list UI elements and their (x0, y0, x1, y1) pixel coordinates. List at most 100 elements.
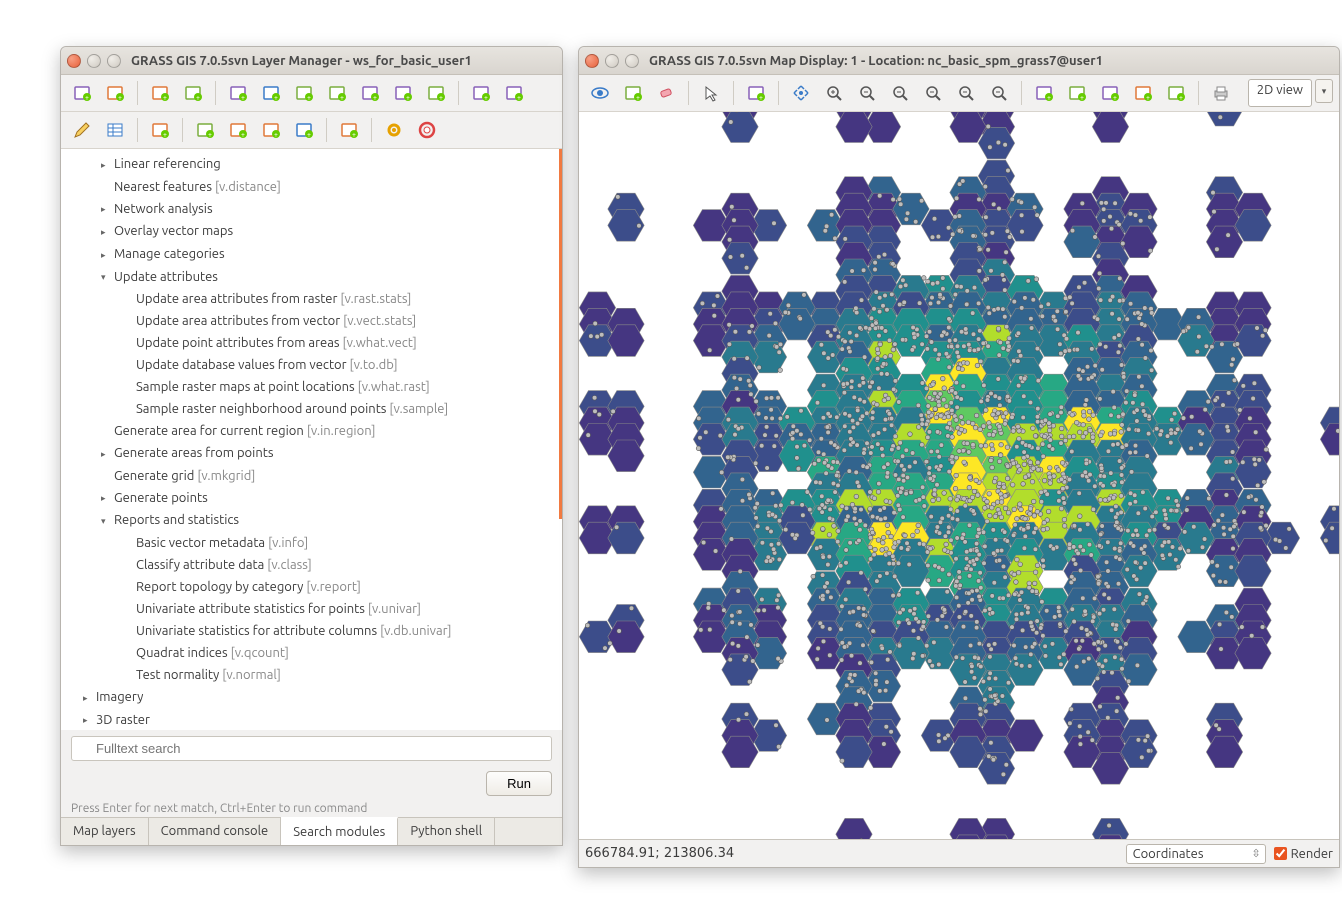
render-check-input[interactable] (1274, 847, 1287, 860)
add-overlay[interactable]: + (322, 79, 352, 107)
caret-right-icon[interactable]: ▸ (83, 710, 93, 730)
tree-item[interactable]: ▸ Overlay vector maps (61, 220, 562, 243)
tree-item[interactable]: Sample raster neighborhood around points… (61, 398, 562, 420)
save-img[interactable]: + (1161, 79, 1191, 107)
tree-item[interactable]: ▸ Manage categories (61, 243, 562, 266)
tree-item[interactable]: ▸ Generate areas from points (61, 442, 562, 465)
tab-map-layers[interactable]: Map layers (61, 818, 149, 845)
new-display[interactable]: + (67, 79, 97, 107)
new-map[interactable]: + (289, 116, 319, 144)
import-db[interactable]: + (334, 116, 364, 144)
tree-item[interactable]: ▸ 3D raster (61, 709, 562, 730)
caret-right-icon[interactable]: ▸ (101, 245, 111, 265)
caret-right-icon[interactable]: ▸ (101, 444, 111, 464)
zoom-out[interactable] (852, 79, 882, 107)
print[interactable] (1206, 79, 1236, 107)
pan[interactable] (786, 79, 816, 107)
tree-item[interactable]: Report topology by category [v.report] (61, 576, 562, 598)
georectify[interactable]: + (223, 116, 253, 144)
erase[interactable] (651, 79, 681, 107)
caret-right-icon[interactable]: ▸ (101, 155, 111, 175)
tab-search-modules[interactable]: Search modules (281, 817, 398, 845)
tree-item[interactable]: ▸ Imagery (61, 686, 562, 709)
zoom-last[interactable] (885, 79, 915, 107)
caret-down-icon[interactable]: ▾ (101, 267, 111, 287)
tree-item[interactable]: ▸ Linear referencing (61, 153, 562, 176)
titlebar[interactable]: GRASS GIS 7.0.5svn Map Display: 1 - Loca… (579, 47, 1339, 75)
tab-command-console[interactable]: Command console (149, 818, 282, 845)
tree-item[interactable]: Update database values from vector [v.to… (61, 354, 562, 376)
window-title: GRASS GIS 7.0.5svn Layer Manager - ws_fo… (131, 54, 472, 68)
zoom-region[interactable] (984, 79, 1014, 107)
tree-command: [v.info] (265, 536, 308, 550)
delete-layer[interactable]: + (466, 79, 496, 107)
add-rgb[interactable]: + (388, 79, 418, 107)
measure[interactable]: + (1062, 79, 1092, 107)
map-canvas[interactable] (579, 112, 1339, 839)
caret-right-icon[interactable]: ▸ (83, 688, 93, 708)
add-layer[interactable]: + (618, 79, 648, 107)
toolbar-dropdown-icon[interactable]: ▾ (1315, 79, 1333, 103)
tree-item[interactable]: Update point attributes from areas [v.wh… (61, 332, 562, 354)
tree-item[interactable]: Test normality [v.normal] (61, 664, 562, 686)
module-tree[interactable]: ▸ Linear referencing Nearest features [v… (61, 149, 562, 730)
tree-item[interactable]: Univariate statistics for attribute colu… (61, 620, 562, 642)
maximize-icon[interactable] (625, 54, 639, 68)
view-mode-combo[interactable]: 2D view (1248, 79, 1312, 107)
tree-item[interactable]: Quadrat indices [v.qcount] (61, 642, 562, 664)
tree-item[interactable]: Classify attribute data [v.class] (61, 554, 562, 576)
tree-item[interactable]: Update area attributes from vector [v.ve… (61, 310, 562, 332)
tree-item[interactable]: ▾ Reports and statistics (61, 509, 562, 532)
caret-right-icon[interactable]: ▸ (101, 222, 111, 242)
edit-vector[interactable] (67, 116, 97, 144)
tree-item[interactable]: Univariate attribute statistics for poin… (61, 598, 562, 620)
close-icon[interactable] (67, 54, 81, 68)
add-group[interactable]: + (289, 79, 319, 107)
analyze[interactable]: + (1029, 79, 1059, 107)
caret-right-icon[interactable]: ▸ (101, 199, 111, 219)
zoom-ext[interactable] (951, 79, 981, 107)
minimize-icon[interactable] (605, 54, 619, 68)
add-text[interactable]: + (1128, 79, 1158, 107)
import[interactable]: + (145, 79, 175, 107)
new-workspace[interactable]: + (100, 79, 130, 107)
add-wms[interactable]: + (355, 79, 385, 107)
search-input[interactable] (71, 736, 552, 761)
tree-item[interactable]: ▾ Update attributes (61, 266, 562, 289)
tree-item[interactable]: ▸ Generate points (61, 487, 562, 510)
run-button[interactable]: Run (486, 771, 552, 796)
tree-item[interactable]: Generate grid [v.mkgrid] (61, 465, 562, 487)
settings-gear[interactable] (379, 116, 409, 144)
close-icon[interactable] (585, 54, 599, 68)
query[interactable]: + (741, 79, 771, 107)
zoom-in[interactable] (819, 79, 849, 107)
add-vector[interactable]: + (256, 79, 286, 107)
status-mode-combo[interactable]: Coordinates (1126, 844, 1266, 864)
tree-item[interactable]: Basic vector metadata [v.info] (61, 532, 562, 554)
remove-layer[interactable]: + (499, 79, 529, 107)
pointer[interactable] (696, 79, 726, 107)
maximize-icon[interactable] (107, 54, 121, 68)
render-checkbox[interactable]: Render (1274, 847, 1333, 861)
caret-right-icon[interactable]: ▸ (101, 488, 111, 508)
tree-item[interactable]: Sample raster maps at point locations [v… (61, 376, 562, 398)
profile[interactable]: + (1095, 79, 1125, 107)
tree-item[interactable]: ▸ Network analysis (61, 198, 562, 221)
gcps[interactable]: + (256, 116, 286, 144)
help[interactable] (412, 116, 442, 144)
raster-digitize[interactable]: + (190, 116, 220, 144)
titlebar[interactable]: GRASS GIS 7.0.5svn Layer Manager - ws_fo… (61, 47, 562, 75)
add-shaded[interactable]: + (421, 79, 451, 107)
attribute-table[interactable] (100, 116, 130, 144)
add-layer[interactable]: + (145, 116, 175, 144)
export[interactable]: + (178, 79, 208, 107)
tab-python-shell[interactable]: Python shell (398, 818, 495, 845)
add-raster[interactable]: + (223, 79, 253, 107)
tree-item[interactable]: Update area attributes from raster [v.ra… (61, 288, 562, 310)
tree-item[interactable]: Generate area for current region [v.in.r… (61, 420, 562, 442)
caret-down-icon[interactable]: ▾ (101, 511, 111, 531)
render[interactable] (585, 79, 615, 107)
zoom-next[interactable] (918, 79, 948, 107)
minimize-icon[interactable] (87, 54, 101, 68)
tree-item[interactable]: Nearest features [v.distance] (61, 176, 562, 198)
